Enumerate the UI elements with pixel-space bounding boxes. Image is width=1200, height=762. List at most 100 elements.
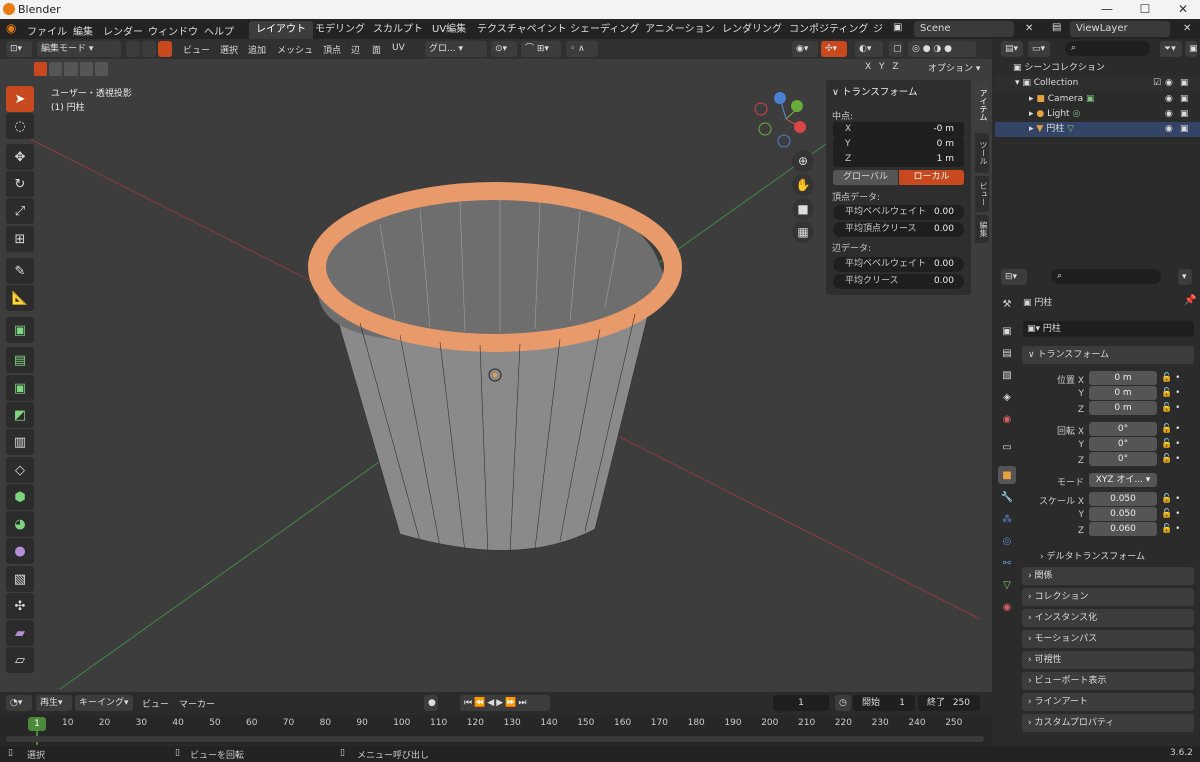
smooth-tool-icon[interactable]: ● — [6, 538, 34, 564]
rotation-y-field[interactable]: 0° — [1089, 437, 1157, 451]
axis-x-toggle[interactable]: X — [865, 62, 871, 72]
overlay-icon[interactable]: ◐▾ — [855, 41, 883, 57]
lock-icon[interactable]: 🔓 • — [1161, 371, 1191, 386]
edge-bevel-weight-field[interactable]: 平均ベベルウェイト 0.00 — [833, 257, 964, 272]
lock-icon[interactable]: 🔓 • — [1161, 437, 1191, 452]
start-frame-field[interactable]: 開始 1 — [853, 695, 915, 711]
properties-editor-type-icon[interactable]: ⊟▾ — [1001, 269, 1027, 285]
edge-slide-tool-icon[interactable]: ▱ — [6, 647, 34, 673]
section-instancing[interactable]: › インスタンス化 — [1022, 609, 1194, 627]
outliner-item-camera[interactable]: ▸ ■ Camera ▣ ◉ ▣ — [995, 92, 1200, 107]
rotation-mode-dropdown[interactable]: XYZ オイ... ▾ — [1089, 473, 1157, 487]
lock-icon[interactable]: 🔓 • — [1161, 422, 1191, 437]
eye-icon[interactable]: ◉ — [1165, 92, 1173, 107]
outliner-item-light[interactable]: ▸ ● Light ◎ ◉ ▣ — [995, 107, 1200, 122]
scale-z-field[interactable]: 0.060 — [1089, 522, 1157, 536]
playback-controls-icons[interactable]: ⏮⏪◀▶⏩⏭ — [460, 695, 550, 711]
axis-y-toggle[interactable]: Y — [879, 62, 885, 72]
timeline-scrub-area[interactable]: 10 20 30 40 50 60 70 80 90 100 110 120 130 140 150 160 1… — [0, 715, 992, 745]
scale-x-field[interactable]: 0.050 — [1089, 492, 1157, 506]
camera-view-icon[interactable]: ■ — [792, 198, 814, 220]
menu-marker[interactable]: マーカー — [179, 697, 215, 710]
timeline-editor-type-icon[interactable]: ◔▾ — [6, 695, 32, 711]
object-type-icon[interactable]: ▣▾ — [1023, 324, 1043, 334]
scene-collection-row[interactable]: ▣ シーンコレクション — [995, 61, 1200, 76]
location-z-field[interactable]: 0 m — [1089, 401, 1157, 415]
camera-render-icon[interactable]: ▣ — [1180, 107, 1189, 122]
tab-texture-paint[interactable]: テクスチャペイント — [470, 21, 574, 39]
rotation-z-field[interactable]: 0° — [1089, 452, 1157, 466]
annotate-tool-icon[interactable]: ✎ — [6, 258, 34, 284]
tab-sculpt[interactable]: スカルプト — [366, 21, 430, 39]
visibility-icon[interactable]: ◉▾ — [792, 41, 818, 57]
close-icon[interactable]: ✕ — [1183, 23, 1191, 34]
pan-hand-icon[interactable]: ✋ — [792, 174, 814, 196]
blender-menu-icon[interactable]: ◉ — [6, 21, 16, 35]
transform-panel-header[interactable]: ∨ トランスフォーム — [1022, 346, 1194, 364]
particles-tab-icon[interactable]: ⁂ — [998, 510, 1016, 528]
section-viewport-display[interactable]: › ビューポート表示 — [1022, 672, 1194, 690]
lock-icon[interactable]: 🔓 • — [1161, 522, 1191, 537]
material-tab-icon[interactable]: ◉ — [998, 598, 1016, 616]
scale-tool-icon[interactable]: ⤢ — [6, 198, 34, 224]
median-x-field[interactable]: X -0 m — [833, 122, 964, 137]
camera-render-icon[interactable]: ▣ — [1180, 76, 1189, 91]
lock-icon[interactable]: 🔓 • — [1161, 507, 1191, 522]
rip-region-tool-icon[interactable]: ▰ — [6, 620, 34, 646]
select-intersect-icon[interactable] — [94, 62, 109, 76]
measure-tool-icon[interactable]: 📐 — [6, 285, 34, 311]
maximize-button[interactable]: ☐ — [1138, 2, 1152, 16]
menu-mesh[interactable]: メッシュ — [277, 43, 313, 56]
tab-compositing[interactable]: コンポジティング — [782, 21, 875, 39]
menu-add[interactable]: 追加 — [248, 43, 266, 56]
snap-icon[interactable]: ⌒ ⊞▾ — [521, 41, 561, 57]
shrink-fatten-tool-icon[interactable]: ▧ — [6, 566, 34, 592]
pin-icon[interactable]: 📌 — [1184, 295, 1196, 306]
pivot-icon[interactable]: ⊙▾ — [491, 41, 517, 57]
select-subtract-icon[interactable] — [64, 62, 78, 76]
loop-cut-tool-icon[interactable]: ▥ — [6, 429, 34, 455]
tab-layout[interactable]: レイアウト — [249, 21, 313, 39]
collection-tab-icon[interactable]: ▭ — [998, 438, 1016, 456]
record-icon[interactable]: ● — [424, 695, 438, 711]
zoom-icon[interactable]: ⊕ — [792, 150, 814, 172]
tab-shading[interactable]: シェーディング — [563, 21, 646, 39]
section-visibility[interactable]: › 可視性 — [1022, 651, 1194, 669]
section-custom-properties[interactable]: › カスタムプロパティ — [1022, 714, 1194, 732]
lock-icon[interactable]: 🔓 • — [1161, 452, 1191, 467]
physics-tab-icon[interactable]: ◎ — [998, 532, 1016, 550]
vertex-select-icon[interactable] — [126, 41, 140, 57]
camera-render-icon[interactable]: ▣ — [1180, 92, 1189, 107]
scale-y-field[interactable]: 0.050 — [1089, 507, 1157, 521]
minimize-button[interactable]: — — [1100, 2, 1114, 16]
tab-tool[interactable]: ツール — [975, 133, 989, 173]
scene-selector[interactable]: Scene — [914, 21, 1014, 37]
location-y-field[interactable]: 0 m — [1089, 386, 1157, 400]
local-toggle[interactable]: ローカル — [899, 170, 964, 185]
cursor-tool-icon[interactable]: ◌ — [6, 113, 34, 139]
tab-uv-editing[interactable]: UV編集 — [425, 21, 473, 39]
modifier-tab-icon[interactable]: 🔧 — [998, 488, 1016, 506]
properties-search-input[interactable]: ⌕ — [1051, 269, 1161, 284]
outliner-search-input[interactable]: ⌕ — [1065, 41, 1150, 56]
section-line-art[interactable]: › ラインアート — [1022, 693, 1194, 711]
menu-view[interactable]: ビュー — [142, 697, 169, 710]
median-y-field[interactable]: Y 0 m — [833, 137, 964, 152]
menu-help[interactable]: ヘルプ — [204, 23, 234, 38]
perspective-grid-icon[interactable]: ▦ — [792, 221, 814, 243]
menu-file[interactable]: ファイル — [27, 23, 67, 38]
tab-more[interactable]: ジ — [866, 21, 890, 39]
lock-icon[interactable]: 🔓 • — [1161, 401, 1191, 416]
axis-z-toggle[interactable]: Z — [892, 62, 898, 72]
select-mode-icons[interactable] — [34, 62, 109, 76]
lock-icon[interactable]: 🔓 • — [1161, 386, 1191, 401]
add-cube-tool-icon[interactable]: ▣ — [6, 317, 34, 343]
object-tab-icon[interactable]: ■ — [998, 466, 1016, 484]
select-invert-icon[interactable] — [79, 62, 93, 76]
rotate-tool-icon[interactable]: ↻ — [6, 171, 34, 197]
spin-tool-icon[interactable]: ◕ — [6, 511, 34, 537]
eye-icon[interactable]: ◉ — [1165, 122, 1173, 137]
tab-modeling[interactable]: モデリング — [308, 21, 372, 39]
poly-build-tool-icon[interactable]: ⬢ — [6, 484, 34, 510]
proportional-edit-icon[interactable]: ◦ ∧ — [566, 41, 598, 57]
